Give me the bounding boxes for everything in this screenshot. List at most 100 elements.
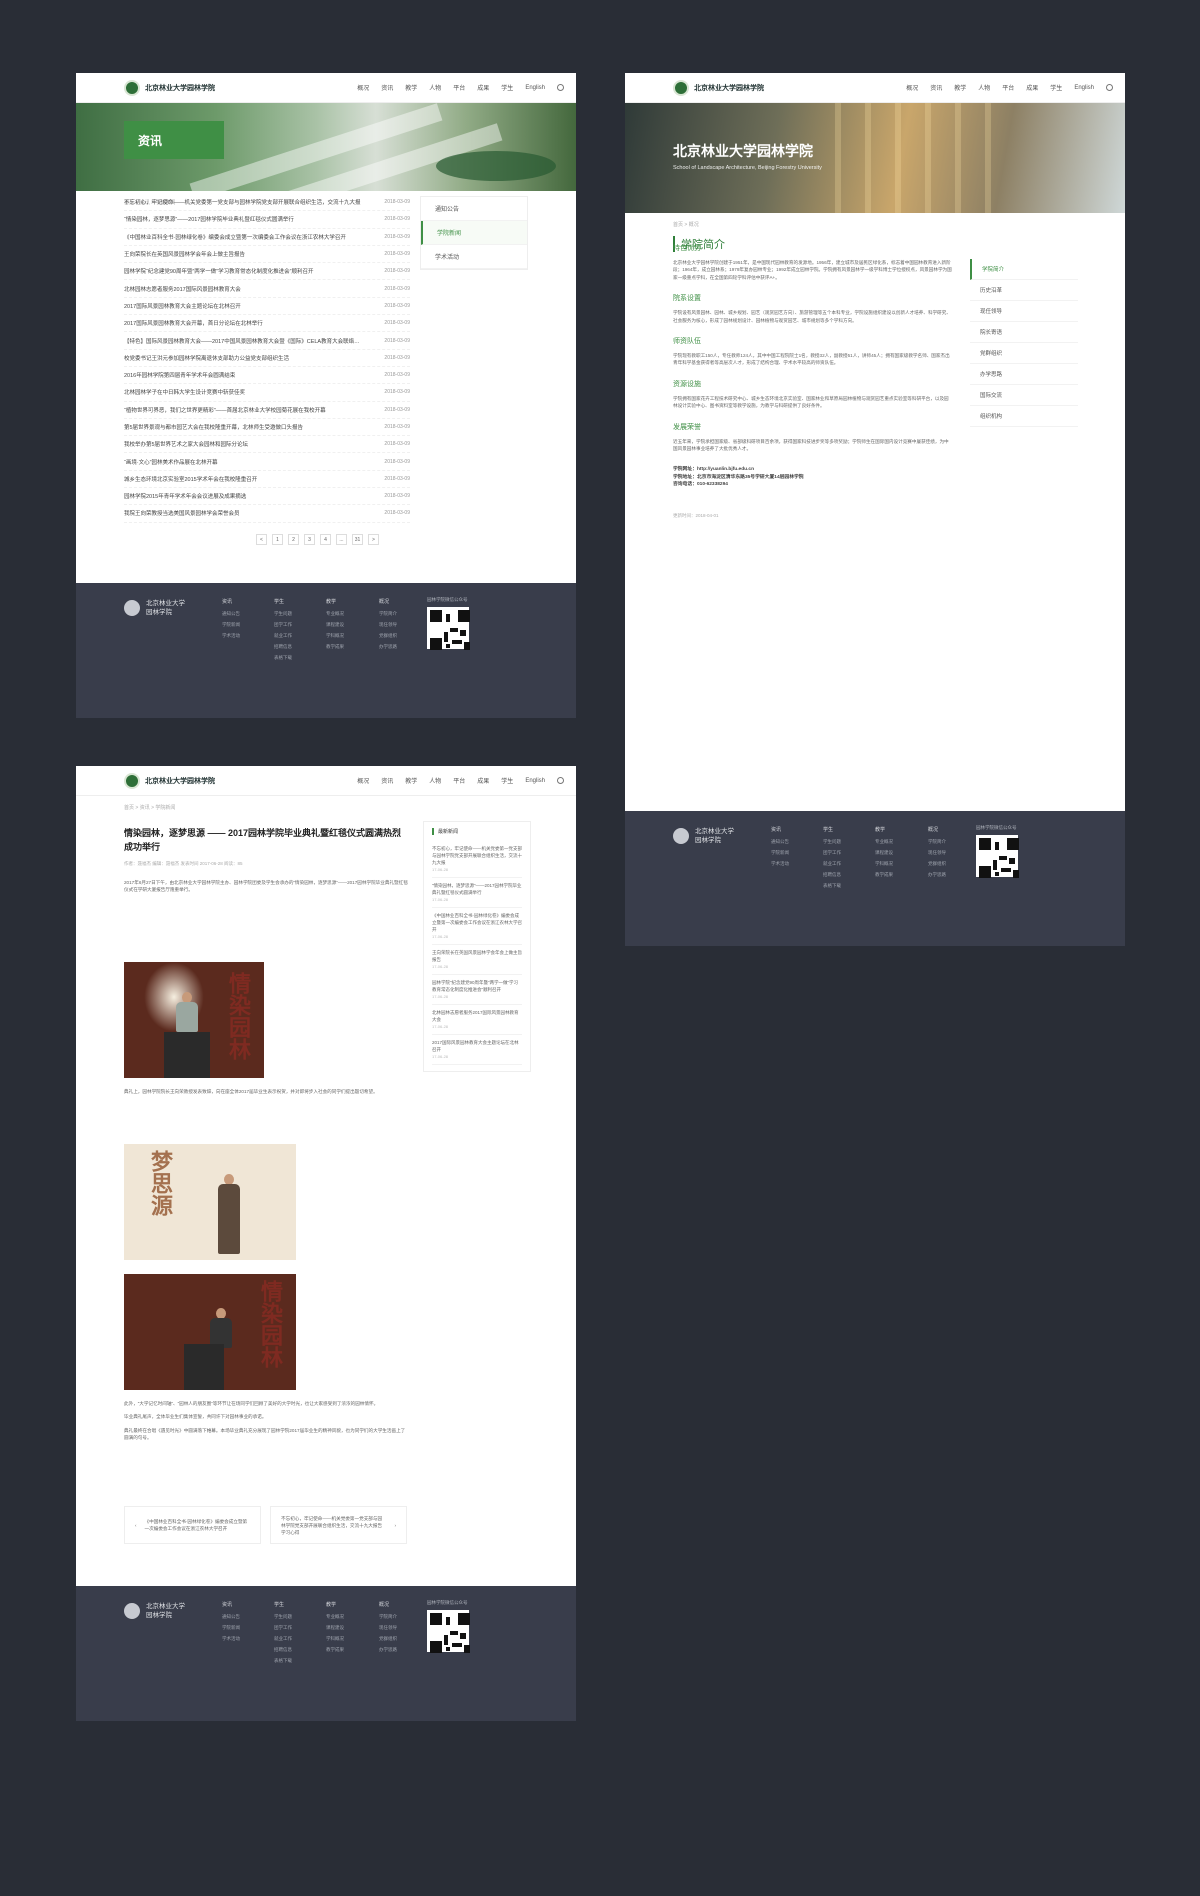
- footer-link[interactable]: 学院新闻: [222, 619, 240, 630]
- nav-item-english[interactable]: English: [1074, 85, 1094, 91]
- footer-link[interactable]: 学科概况: [326, 630, 344, 641]
- search-icon[interactable]: [1106, 84, 1113, 91]
- list-item[interactable]: 我校举办第5届世界艺术之家大会园林和园际分论坛 2018-03-09: [124, 436, 410, 454]
- footer-link[interactable]: 办学思路: [928, 869, 946, 880]
- footer-link[interactable]: 就业工作: [823, 858, 841, 869]
- nav-item-english[interactable]: English: [525, 85, 545, 91]
- list-item[interactable]: 不忘初心，牢记使命——机关党委第一党支部与园林学院党支部开展联合组织生活，交流十…: [124, 194, 410, 212]
- search-icon[interactable]: [557, 84, 564, 91]
- nav-item[interactable]: 资讯: [930, 83, 942, 92]
- latest-news-item[interactable]: “情染园林，逐梦思源”——2017园林学院毕业典礼暨红毯仪式圆满举行 17-06-…: [432, 878, 522, 908]
- footer-link[interactable]: 党群组织: [379, 1633, 397, 1644]
- footer-link[interactable]: 学术活动: [222, 630, 240, 641]
- latest-news-item[interactable]: 不忘初心，牢记使命——机关党委第一党支部与园林学院党支部开展联合组织生活，交流十…: [432, 841, 522, 878]
- latest-news-item[interactable]: 王向荣院长在英国风景园林学会年会上做主旨报告 17-06-28: [432, 945, 522, 975]
- latest-news-item[interactable]: 《中国林业百科全书·园林绿化卷》编委会成立暨第一次编委会工作会议在浙江农林大学召…: [432, 908, 522, 945]
- side-menu-item[interactable]: 历史沿革: [970, 280, 1078, 301]
- nav-item[interactable]: 人物: [429, 776, 441, 785]
- footer-link[interactable]: 学生问题: [274, 608, 292, 619]
- footer-link[interactable]: 办学思路: [379, 1644, 397, 1655]
- footer-link[interactable]: 学院简介: [379, 608, 397, 619]
- footer-link[interactable]: 就业工作: [274, 630, 292, 641]
- footer-link[interactable]: 现任领导: [928, 847, 946, 858]
- nav-item[interactable]: 教学: [954, 83, 966, 92]
- footer-link[interactable]: 通知公告: [222, 608, 240, 619]
- list-item[interactable]: “画境·文心”园林美术作品展在北林开幕 2018-03-09: [124, 453, 410, 471]
- footer-link[interactable]: 团学工作: [274, 619, 292, 630]
- side-menu-item[interactable]: 通知公告: [421, 197, 527, 221]
- footer-link[interactable]: 学术活动: [222, 1633, 240, 1644]
- list-item[interactable]: “植物世界可界恶，我们之世界更精彩”——首届北京林业大学校园菊花展在我校开幕 20…: [124, 402, 410, 419]
- nav-item[interactable]: 学生: [501, 776, 513, 785]
- page-number-button[interactable]: ...: [336, 534, 347, 545]
- side-menu-item[interactable]: 院长寄语: [970, 322, 1078, 343]
- search-icon[interactable]: [557, 777, 564, 784]
- footer-link[interactable]: 课程建设: [326, 1622, 344, 1633]
- page-number-button[interactable]: 1: [272, 534, 283, 545]
- footer-link[interactable]: 学术活动: [771, 858, 789, 869]
- side-menu-item[interactable]: 党群组织: [970, 343, 1078, 364]
- footer-link[interactable]: 团学工作: [823, 847, 841, 858]
- latest-news-item[interactable]: 园林学院“纪念建党90周年暨”两学一做”学习教育常态化制度化推进会”顺利召开 17…: [432, 975, 522, 1005]
- nav-item[interactable]: 教学: [405, 776, 417, 785]
- page-number-button[interactable]: 2: [288, 534, 299, 545]
- footer-link[interactable]: 党群组织: [928, 858, 946, 869]
- nav-item[interactable]: 学生: [501, 83, 513, 92]
- nav-item[interactable]: 资讯: [381, 776, 393, 785]
- side-menu-item-active[interactable]: 学院简介: [970, 259, 1078, 280]
- list-item[interactable]: 《中国林业百科全书·园林绿化卷》编委会成立暨第一次编委会工作会议在浙江农林大学召…: [124, 229, 410, 246]
- nav-item[interactable]: 成果: [477, 83, 489, 92]
- footer-link[interactable]: 课程建设: [326, 619, 344, 630]
- footer-link[interactable]: 团学工作: [274, 1622, 292, 1633]
- list-item[interactable]: 第5届世界景观与都市园艺大会在我校隆重开幕，北林师生受邀做口头报告 2018-03…: [124, 419, 410, 437]
- footer-link[interactable]: 教学成果: [875, 869, 893, 880]
- footer-link[interactable]: 表格下载: [274, 652, 292, 663]
- list-item[interactable]: 园林学院2015年青年学术年会会议进展及成果摘选 2018-03-09: [124, 488, 410, 506]
- footer-link[interactable]: 课程建设: [875, 847, 893, 858]
- nav-item[interactable]: 人物: [978, 83, 990, 92]
- page-number-button[interactable]: 4: [320, 534, 331, 545]
- nav-item[interactable]: 概况: [357, 83, 369, 92]
- footer-link[interactable]: 专业概况: [326, 1611, 344, 1622]
- page-number-button[interactable]: 3: [304, 534, 315, 545]
- side-menu-item[interactable]: 组织机构: [970, 406, 1078, 427]
- footer-link[interactable]: 就业工作: [274, 1633, 292, 1644]
- list-item[interactable]: 北林园林学子在中日韩大学生设计竞赛中斩获佳奖 2018-03-09: [124, 384, 410, 402]
- side-menu-item[interactable]: 现任领导: [970, 301, 1078, 322]
- footer-link[interactable]: 学科概况: [875, 858, 893, 869]
- footer-link[interactable]: 教学成果: [326, 1644, 344, 1655]
- footer-link[interactable]: 学生问题: [274, 1611, 292, 1622]
- footer-link[interactable]: 表格下载: [274, 1655, 292, 1666]
- nav-item[interactable]: 教学: [405, 83, 417, 92]
- list-item[interactable]: 城乡生态环境北京实验室2015学术年会在我校隆重召开 2018-03-09: [124, 471, 410, 489]
- nav-item[interactable]: 平台: [453, 83, 465, 92]
- footer-link[interactable]: 学院新闻: [771, 847, 789, 858]
- list-item[interactable]: 校党委书记王洪元参加园林学院离退休支部助力公益党支部组织生活 2018-03-09: [124, 350, 410, 367]
- nav-item[interactable]: 概况: [357, 776, 369, 785]
- latest-news-item[interactable]: 北林园林志愿者服务2017国际风景园林教育大会 17-06-28: [432, 1005, 522, 1035]
- footer-link[interactable]: 学院简介: [379, 1611, 397, 1622]
- list-item[interactable]: 2017国际风景园林教育大会开幕，首日分论坛在北林举行 2018-03-09: [124, 315, 410, 333]
- footer-link[interactable]: 专业概况: [326, 608, 344, 619]
- nav-item-english[interactable]: English: [525, 778, 545, 784]
- nav-item[interactable]: 平台: [1002, 83, 1014, 92]
- nav-item[interactable]: 平台: [453, 776, 465, 785]
- nav-item[interactable]: 成果: [1026, 83, 1038, 92]
- list-item[interactable]: 2017国际风景园林教育大会主题论坛在北林召开 2018-03-09: [124, 298, 410, 316]
- footer-link[interactable]: 招聘信息: [274, 1644, 292, 1655]
- side-menu-item[interactable]: 学术活动: [421, 245, 527, 269]
- site-logo[interactable]: 北京林业大学园林学院: [124, 773, 215, 789]
- list-item[interactable]: 北林园林志愿者服务2017国际风景园林教育大会 2018-03-09: [124, 280, 410, 298]
- nav-item[interactable]: 资讯: [381, 83, 393, 92]
- page-prev-button[interactable]: <: [256, 534, 267, 545]
- nav-item[interactable]: 概况: [906, 83, 918, 92]
- list-item[interactable]: “情染园林，逐梦思源”——2017园林学院毕业典礼暨红毯仪式圆满举行 2018-0…: [124, 211, 410, 229]
- nav-item[interactable]: 人物: [429, 83, 441, 92]
- nav-item[interactable]: 成果: [477, 776, 489, 785]
- footer-link[interactable]: 通知公告: [222, 1611, 240, 1622]
- side-menu-item[interactable]: 办学思路: [970, 364, 1078, 385]
- footer-link[interactable]: 现任领导: [379, 1622, 397, 1633]
- footer-link[interactable]: 学科概况: [326, 1633, 344, 1644]
- page-number-button[interactable]: 31: [352, 534, 363, 545]
- footer-link[interactable]: 专业概况: [875, 836, 893, 847]
